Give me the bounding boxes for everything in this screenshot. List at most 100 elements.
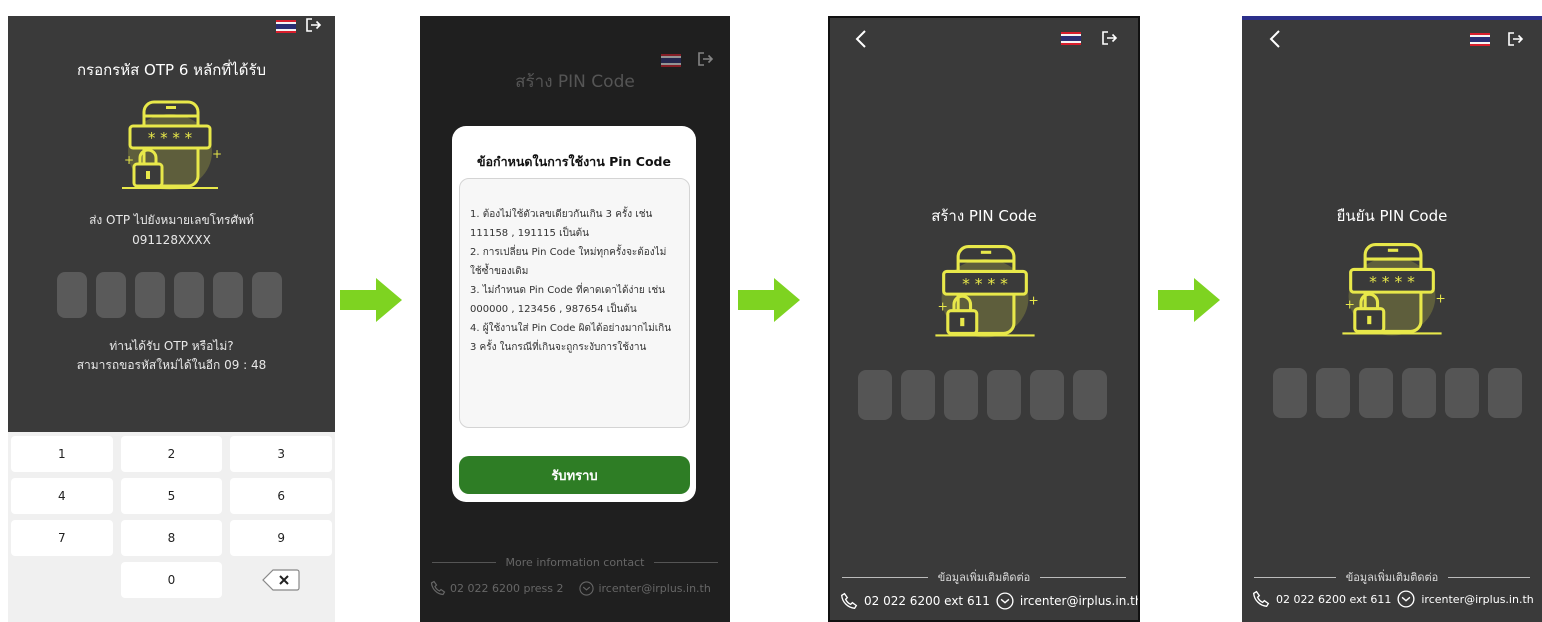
- pin-input[interactable]: [858, 370, 1107, 420]
- pin-input[interactable]: [1273, 368, 1522, 418]
- contact-email[interactable]: ircenter@irplus.in.th: [1421, 593, 1533, 606]
- pin-digit-box[interactable]: [901, 370, 935, 420]
- otp-digit-box[interactable]: [96, 272, 126, 318]
- contact-heading: ข้อมูลเพิ่มเติมติดต่อ: [842, 568, 1127, 586]
- numeric-keypad: 1 2 3 4 5 6 7 8 9 0: [8, 432, 335, 622]
- otp-digit-box[interactable]: [135, 272, 165, 318]
- key-empty: [11, 562, 113, 598]
- rule-line: ใช้ซ้ำของเดิม: [470, 266, 529, 277]
- contact-heading-label: More information contact: [505, 556, 645, 569]
- pin-digit-box[interactable]: [1402, 368, 1436, 418]
- svg-text:+: +: [1435, 290, 1445, 305]
- page-title: ยืนยัน PIN Code: [1336, 207, 1448, 225]
- rule-line: 000000 , 123456 , 987654 เป็นต้น: [470, 304, 637, 315]
- key-0[interactable]: 0: [120, 562, 223, 598]
- pin-digit-box[interactable]: [1488, 368, 1522, 418]
- create-pin-screen: สร้าง PIN Code * * * * + + ข้อมูลเพิ่มเต…: [828, 16, 1140, 622]
- svg-text:* * * *: * * * *: [1369, 273, 1415, 291]
- pin-digit-box[interactable]: [1359, 368, 1393, 418]
- rule-line: 111158 , 191115 เป็นต้น: [470, 228, 589, 239]
- phone-icon: [840, 592, 858, 610]
- svg-text:+: +: [1344, 297, 1354, 312]
- rule-line: 2. การเปลี่ยน Pin Code ใหม่ทุกครั้งจะต้อ…: [470, 247, 667, 258]
- key-5[interactable]: 5: [120, 478, 223, 514]
- svg-text:* * * *: * * * *: [148, 129, 193, 147]
- confirm-pin-screen: ยืนยัน PIN Code * * * * + + ข้อมูลเพิ่มเ…: [1242, 16, 1542, 622]
- contact-email[interactable]: ircenter@irplus.in.th: [1020, 594, 1138, 608]
- otp-input[interactable]: [57, 272, 282, 318]
- pin-digit-box[interactable]: [1273, 368, 1307, 418]
- pin-rules-screen: สร้าง PIN Code ข้อกำหนดในการใช้งาน Pin C…: [420, 16, 730, 622]
- contact-heading: ข้อมูลเพิ่มเติมติดต่อ: [1254, 568, 1531, 586]
- pin-digit-box[interactable]: [1445, 368, 1479, 418]
- contact-phone[interactable]: 02 022 6200 ext 611: [1276, 593, 1391, 606]
- pin-digit-box[interactable]: [1030, 370, 1064, 420]
- pin-digit-box[interactable]: [944, 370, 978, 420]
- svg-text:+: +: [124, 153, 134, 167]
- acknowledge-button[interactable]: รับทราบ: [459, 456, 690, 494]
- pin-rules-dialog: ข้อกำหนดในการใช้งาน Pin Code 1. ต้องไม่ใ…: [452, 126, 696, 502]
- contact-heading-label: ข้อมูลเพิ่มเติมติดต่อ: [1345, 571, 1439, 584]
- backspace-key[interactable]: [230, 562, 332, 598]
- dialog-title: ข้อกำหนดในการใช้งาน Pin Code: [477, 154, 671, 169]
- otp-digit-box[interactable]: [57, 272, 87, 318]
- key-3[interactable]: 3: [230, 436, 332, 472]
- contact-phone[interactable]: 02 022 6200 press 2: [450, 582, 563, 595]
- flow-arrow-icon: [738, 278, 800, 322]
- thai-flag-icon[interactable]: [1061, 32, 1081, 45]
- contact-info: 02 022 6200 press 2 ircenter@irplus.in.t…: [430, 580, 726, 596]
- svg-text:+: +: [937, 299, 947, 314]
- pin-digit-box[interactable]: [1316, 368, 1350, 418]
- mail-icon: [996, 592, 1014, 610]
- phone-icon: [430, 580, 446, 596]
- rule-line: 3. ไม่กำหนด Pin Code ที่คาดเดาได้ง่าย เช…: [470, 285, 666, 296]
- otp-digit-box[interactable]: [174, 272, 204, 318]
- otp-phone-lock-illustration: * * * * + +: [122, 100, 222, 190]
- back-chevron-icon[interactable]: [1266, 28, 1284, 50]
- key-1[interactable]: 1: [11, 436, 113, 472]
- key-6[interactable]: 6: [230, 478, 332, 514]
- pin-digit-box[interactable]: [858, 370, 892, 420]
- key-4[interactable]: 4: [11, 478, 113, 514]
- key-2[interactable]: 2: [120, 436, 223, 472]
- svg-text:+: +: [1028, 292, 1038, 307]
- contact-email[interactable]: ircenter@irplus.in.th: [598, 582, 710, 595]
- contact-heading: More information contact: [432, 556, 719, 569]
- svg-text:* * * *: * * * *: [962, 275, 1008, 293]
- backspace-icon: [262, 569, 300, 591]
- rule-line: 4. ผู้ใช้งานใส่ Pin Code ผิดได้อย่างมากไ…: [470, 323, 672, 334]
- page-title: สร้าง PIN Code: [931, 207, 1037, 225]
- otp-digit-box[interactable]: [252, 272, 282, 318]
- rules-text-box[interactable]: 1. ต้องไม่ใช้ตัวเลขเดียวกันเกิน 3 ครั้ง …: [459, 178, 690, 428]
- flow-arrow-icon: [340, 278, 402, 322]
- page-title: กรอกรหัส OTP 6 หลักที่ได้รับ: [76, 61, 267, 79]
- svg-text:+: +: [212, 147, 222, 161]
- contact-heading-label: ข้อมูลเพิ่มเติมติดต่อ: [937, 571, 1031, 584]
- logout-icon[interactable]: [1100, 29, 1118, 47]
- rule-line: 1. ต้องไม่ใช้ตัวเลขเดียวกันเกิน 3 ครั้ง …: [470, 209, 653, 220]
- logout-icon[interactable]: [304, 16, 322, 34]
- phone-icon: [1252, 590, 1270, 608]
- mail-icon: [579, 580, 595, 596]
- key-8[interactable]: 8: [120, 520, 223, 556]
- contact-info: 02 022 6200 ext 611 ircenter@irplus.in.t…: [840, 592, 1138, 610]
- resend-countdown[interactable]: สามารถขอรหัสใหม่ได้ในอีก 09 : 48: [8, 355, 335, 375]
- otp-not-received-label: ท่านได้รับ OTP หรือไม่?: [109, 339, 234, 353]
- pin-phone-lock-illustration: * * * * + +: [935, 245, 1039, 338]
- thai-flag-icon[interactable]: [276, 20, 296, 33]
- otp-screen: กรอกรหัส OTP 6 หลักที่ได้รับ * * * * + +…: [8, 16, 335, 622]
- pin-digit-box[interactable]: [1073, 370, 1107, 420]
- background-page-title: สร้าง PIN Code: [515, 72, 635, 92]
- key-7[interactable]: 7: [11, 520, 113, 556]
- flow-arrow-icon: [1158, 278, 1220, 322]
- pin-phone-lock-illustration: * * * * + +: [1342, 243, 1446, 336]
- otp-digit-box[interactable]: [213, 272, 243, 318]
- thai-flag-icon[interactable]: [1470, 33, 1490, 46]
- logout-icon[interactable]: [1506, 30, 1524, 48]
- thai-flag-icon[interactable]: [661, 54, 681, 67]
- pin-digit-box[interactable]: [987, 370, 1021, 420]
- contact-phone[interactable]: 02 022 6200 ext 611: [864, 594, 990, 608]
- key-9[interactable]: 9: [230, 520, 332, 556]
- back-chevron-icon[interactable]: [852, 28, 870, 50]
- logout-icon[interactable]: [696, 50, 714, 68]
